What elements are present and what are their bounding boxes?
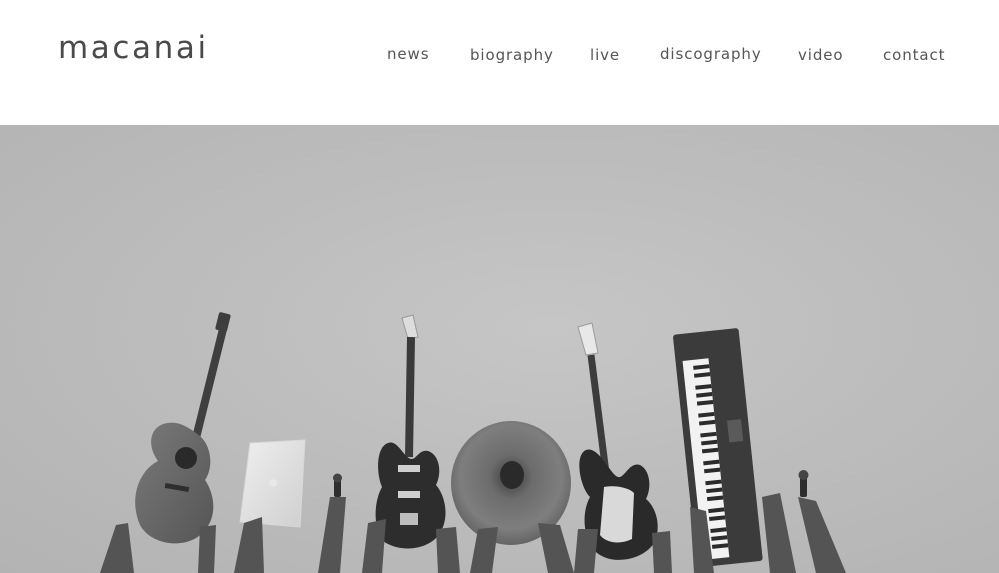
- nav-item-live[interactable]: live: [590, 42, 620, 68]
- page: macanai news biography live discography …: [0, 0, 999, 573]
- hero-image: [0, 125, 999, 573]
- bass-guitar: [577, 322, 658, 560]
- main-nav: news biography live discography video co…: [0, 41, 999, 69]
- hero-illustration: [100, 312, 846, 573]
- electric-guitar: [375, 314, 446, 549]
- microphone: [333, 473, 342, 497]
- nav-item-discography[interactable]: discography: [660, 41, 762, 67]
- nav-item-biography[interactable]: biography: [470, 42, 554, 68]
- nav-item-video[interactable]: video: [798, 42, 843, 68]
- nav-item-contact[interactable]: contact: [883, 42, 945, 68]
- laptop: [239, 439, 306, 528]
- keyboard: [673, 328, 763, 568]
- microphone: [798, 470, 809, 497]
- acoustic-guitar: [135, 312, 231, 544]
- site-header: macanai news biography live discography …: [0, 0, 999, 125]
- nav-item-news[interactable]: news: [387, 41, 429, 67]
